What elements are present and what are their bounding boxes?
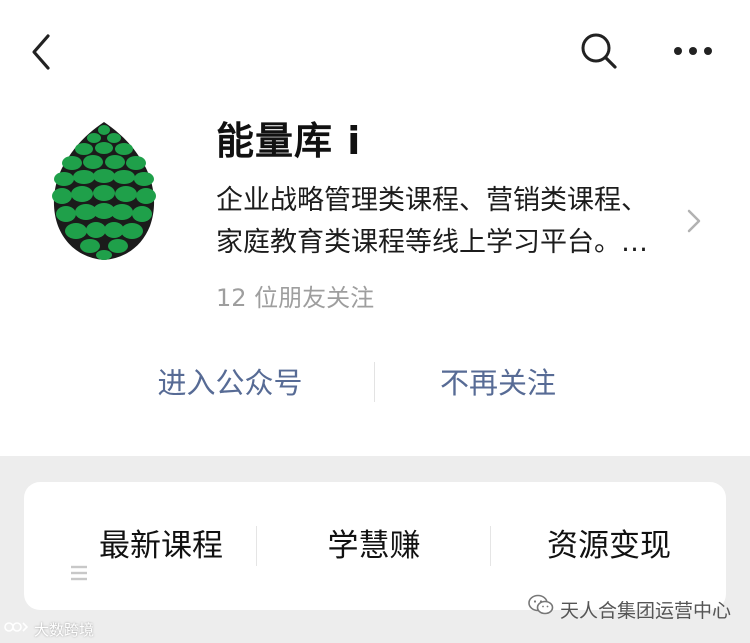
account-description[interactable]: 企业战略管理类课程、营销类课程、 家庭教育类课程等线上学习平台。… — [216, 180, 678, 264]
watermark-logo-icon — [4, 619, 29, 639]
pinecone-icon — [46, 118, 162, 262]
back-arrow-icon[interactable] — [26, 30, 60, 74]
account-menu: 最新课程 学慧赚 资源变现 — [24, 482, 726, 610]
wechat-icon — [528, 594, 554, 625]
description-line-2: 家庭教育类课程等线上学习平台。… — [216, 227, 648, 258]
action-divider — [374, 362, 375, 402]
followers-count: 12 位朋友关注 — [216, 284, 375, 312]
menu-divider — [256, 526, 257, 566]
menu-item-label: 资源变现 — [547, 528, 671, 564]
watermark-right: 天人合集团运营中心 — [528, 594, 731, 627]
more-dots-icon[interactable] — [668, 38, 718, 64]
menu-item-latest-courses[interactable]: 最新课程 — [38, 508, 254, 584]
menu-item-xuehuizhuan[interactable]: 学慧赚 — [262, 508, 486, 584]
menu-item-label: 学慧赚 — [327, 528, 421, 564]
account-name: 能量库 i — [216, 119, 362, 163]
search-icon[interactable] — [578, 30, 620, 72]
menu-item-resource-monetize[interactable]: 资源变现 — [496, 508, 722, 584]
chevron-right-icon[interactable] — [684, 206, 704, 236]
menu-divider — [490, 526, 491, 566]
enter-account-button[interactable]: 进入公众号 — [130, 358, 330, 408]
unfollow-button[interactable]: 不再关注 — [398, 358, 598, 408]
watermark-left: 大数跨境 — [4, 620, 94, 641]
menu-item-label: 最新课程 — [99, 528, 223, 564]
menu-lines-icon — [69, 535, 89, 580]
description-line-1: 企业战略管理类课程、营销类课程、 — [216, 185, 648, 216]
